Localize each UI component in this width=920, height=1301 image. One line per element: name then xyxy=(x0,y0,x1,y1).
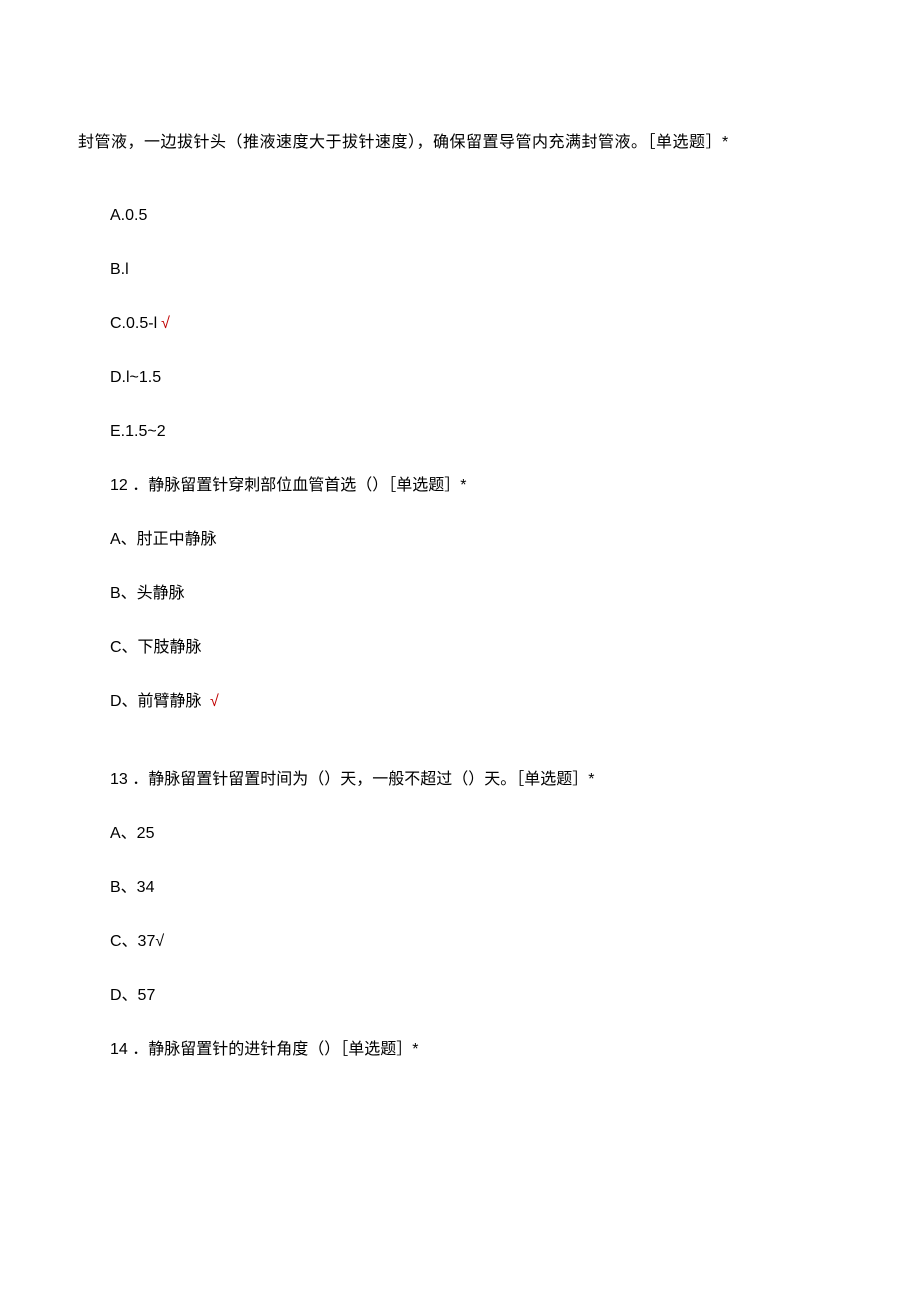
q12-option-b: B、头静脉 xyxy=(78,582,842,606)
q12-option-a: A、肘正中静脉 xyxy=(78,528,842,552)
q13-option-a: A、25 xyxy=(78,822,842,846)
q11-option-b: B.l xyxy=(78,258,842,282)
q12-option-d: D、前臂静脉 √ xyxy=(78,690,842,714)
q11-option-e: E.1.5~2 xyxy=(78,420,842,444)
question-intro-fragment: 封管液，一边拔针头（推液速度大于拔针速度），确保留置导管内充满封管液。［单选题］… xyxy=(78,130,842,156)
document-page: 封管液，一边拔针头（推液速度大于拔针速度），确保留置导管内充满封管液。［单选题］… xyxy=(0,0,920,1062)
q11-option-d: D.l~1.5 xyxy=(78,366,842,390)
check-mark-icon: √ xyxy=(161,315,170,332)
q13-option-b: B、34 xyxy=(78,876,842,900)
q11-option-c: C.0.5-l√ xyxy=(78,312,842,336)
spacer xyxy=(78,744,842,768)
q12-option-c: C、下肢静脉 xyxy=(78,636,842,660)
q11-option-c-text: C.0.5-l xyxy=(110,315,157,332)
q14-stem: 14 ．静脉留置针的进针角度（）［单选题］* xyxy=(78,1038,842,1062)
q12-option-d-text: D、前臂静脉 xyxy=(110,693,202,710)
q13-option-d: D、57 xyxy=(78,984,842,1008)
q13-stem: 13 ．静脉留置针留置时间为（）天，一般不超过（）天。［单选题］* xyxy=(78,768,842,792)
check-mark-icon: √ xyxy=(206,693,219,710)
q11-option-a: A.0.5 xyxy=(78,204,842,228)
q13-option-c: C、37√ xyxy=(78,930,842,954)
q12-stem: 12 ．静脉留置针穿刺部位血管首选（）［单选题］* xyxy=(78,474,842,498)
